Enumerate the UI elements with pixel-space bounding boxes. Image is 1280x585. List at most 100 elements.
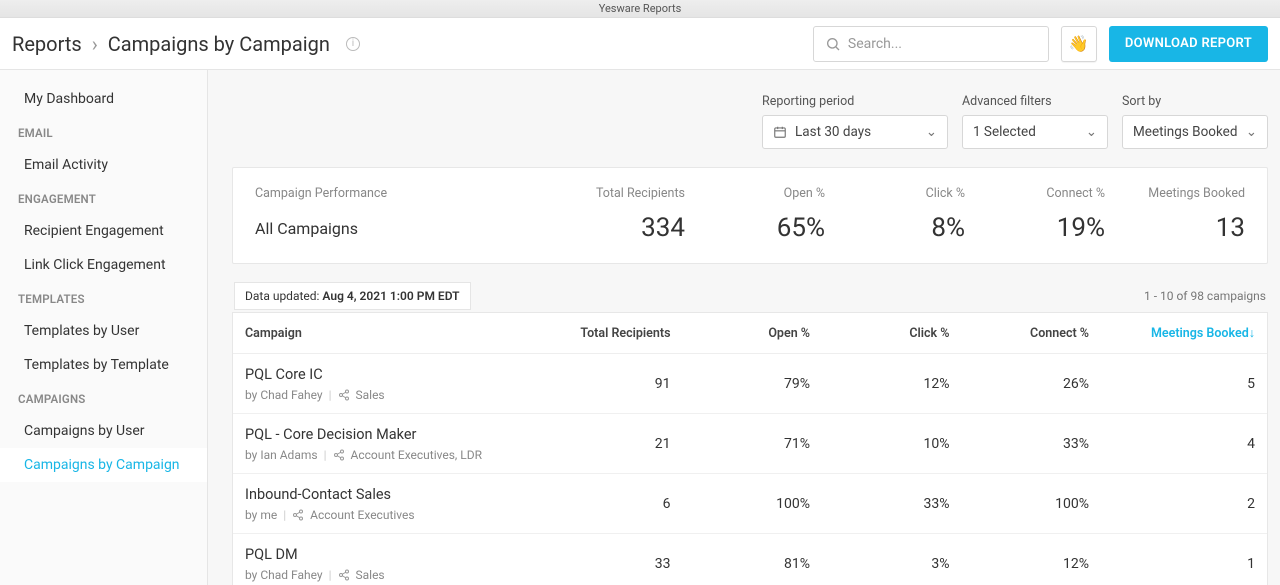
row-campaign-name: Inbound-Contact Sales xyxy=(245,486,537,503)
row-connect: 26% xyxy=(956,376,1096,392)
col-campaign[interactable]: Campaign xyxy=(245,326,537,341)
row-open: 81% xyxy=(677,556,817,572)
row-total-recipients: 91 xyxy=(537,376,677,392)
table-header: Campaign Total Recipients Open % Click %… xyxy=(233,312,1267,354)
col-meetings-booked[interactable]: Meetings Booked↓ xyxy=(1095,326,1255,341)
summary-card: Campaign Performance All Campaigns Total… xyxy=(232,167,1268,264)
share-icon xyxy=(333,449,345,461)
filter-label-sort: Sort by xyxy=(1122,94,1268,109)
chevron-down-icon: ⌄ xyxy=(926,124,937,140)
sidebar-section-email: EMAIL xyxy=(0,116,207,148)
row-connect: 12% xyxy=(956,556,1096,572)
sidebar-item-dashboard[interactable]: My Dashboard xyxy=(0,82,207,116)
table-row[interactable]: Inbound-Contact Sales by me | Account Execu… xyxy=(233,474,1267,534)
summary-connect: 19% xyxy=(965,213,1105,243)
sidebar-item-templates-by-template[interactable]: Templates by Template xyxy=(0,348,207,382)
row-open: 79% xyxy=(677,376,817,392)
row-click: 33% xyxy=(816,496,956,512)
summary-open: 65% xyxy=(685,213,825,243)
summary-meetings: 13 xyxy=(1105,213,1245,243)
row-campaign-name: PQL DM xyxy=(245,546,537,563)
chevron-right-icon: › xyxy=(92,32,98,56)
col-open[interactable]: Open % xyxy=(677,326,817,341)
row-campaign-name: PQL - Core Decision Maker xyxy=(245,426,537,443)
reporting-period-value: Last 30 days xyxy=(795,124,871,140)
sort-by-value: Meetings Booked xyxy=(1133,124,1237,140)
sort-arrow-icon: ↓ xyxy=(1249,326,1255,341)
topbar: Reports › Campaigns by Campaign i 👋 DOWN… xyxy=(0,18,1280,70)
summary-title: All Campaigns xyxy=(255,219,545,238)
sidebar-item-campaigns-by-campaign[interactable]: Campaigns by Campaign xyxy=(0,448,207,482)
data-updated-prefix: Data updated: xyxy=(245,289,322,303)
pagination-count: 1 - 10 of 98 campaigns xyxy=(1144,289,1266,303)
row-team: Account Executives xyxy=(310,508,414,522)
table-row[interactable]: PQL DMby Chad Fahey|Sales3381%3%12%1 xyxy=(233,534,1267,585)
search-wrap xyxy=(813,26,1049,62)
separator: | xyxy=(283,508,286,522)
sidebar-section-campaigns: CAMPAIGNS xyxy=(0,382,207,414)
window-titlebar: Yesware Reports xyxy=(0,0,1280,18)
sidebar-item-recipient-engagement[interactable]: Recipient Engagement xyxy=(0,214,207,248)
main-content: Reporting period Last 30 days ⌄ Advanced… xyxy=(208,70,1280,585)
row-meetings: 1 xyxy=(1095,556,1255,572)
row-campaign-name: PQL Core IC xyxy=(245,366,537,383)
filter-label-advanced: Advanced filters xyxy=(962,94,1108,109)
share-icon xyxy=(338,569,350,581)
breadcrumb-current: Campaigns by Campaign xyxy=(108,32,330,56)
share-icon xyxy=(292,509,304,521)
col-click[interactable]: Click % xyxy=(816,326,956,341)
search-icon xyxy=(825,36,841,52)
row-team: Account Executives, LDR xyxy=(351,448,483,462)
reporting-period-select[interactable]: Last 30 days ⌄ xyxy=(762,115,948,149)
summary-total-recipients: 334 xyxy=(545,213,685,243)
sidebar-item-templates-by-user[interactable]: Templates by User xyxy=(0,314,207,348)
filter-row: Reporting period Last 30 days ⌄ Advanced… xyxy=(232,94,1268,149)
data-updated: Data updated: Aug 4, 2021 1:00 PM EDT xyxy=(234,282,471,310)
summary-label-connect: Connect % xyxy=(965,186,1105,201)
breadcrumb-root[interactable]: Reports xyxy=(12,32,82,56)
table-row[interactable]: PQL - Core Decision Makerby Ian Adams|Ac… xyxy=(233,414,1267,474)
download-report-button[interactable]: DOWNLOAD REPORT xyxy=(1109,26,1268,62)
row-click: 3% xyxy=(816,556,956,572)
row-author: by me xyxy=(245,508,277,522)
sidebar-item-link-click-engagement[interactable]: Link Click Engagement xyxy=(0,248,207,282)
summary-label-meetings: Meetings Booked xyxy=(1105,186,1245,201)
row-connect: 100% xyxy=(956,496,1096,512)
row-meetings: 2 xyxy=(1095,496,1255,512)
sidebar: My Dashboard EMAIL Email Activity ENGAGE… xyxy=(0,70,208,585)
summary-heading: Campaign Performance xyxy=(255,186,545,201)
separator: | xyxy=(329,388,332,402)
info-icon[interactable]: i xyxy=(346,37,360,51)
row-connect: 33% xyxy=(956,436,1096,452)
advanced-filters-select[interactable]: 1 Selected ⌄ xyxy=(962,115,1108,149)
breadcrumb: Reports › Campaigns by Campaign i xyxy=(12,32,360,56)
row-click: 10% xyxy=(816,436,956,452)
row-total-recipients: 21 xyxy=(537,436,677,452)
wave-icon: 👋 xyxy=(1069,34,1089,53)
calendar-icon xyxy=(773,125,787,139)
row-total-recipients: 33 xyxy=(537,556,677,572)
row-meetings: 4 xyxy=(1095,436,1255,452)
data-updated-value: Aug 4, 2021 1:00 PM EDT xyxy=(322,289,459,303)
col-total-recipients[interactable]: Total Recipients xyxy=(537,326,677,341)
campaigns-table: Campaign Total Recipients Open % Click %… xyxy=(232,312,1268,585)
chevron-down-icon: ⌄ xyxy=(1246,124,1257,140)
summary-label-open: Open % xyxy=(685,186,825,201)
summary-label-total-recipients: Total Recipients xyxy=(545,186,685,201)
row-total-recipients: 6 xyxy=(537,496,677,512)
row-author: by Ian Adams xyxy=(245,448,318,462)
summary-label-click: Click % xyxy=(825,186,965,201)
col-connect[interactable]: Connect % xyxy=(956,326,1096,341)
meta-row: Data updated: Aug 4, 2021 1:00 PM EDT 1 … xyxy=(232,282,1268,310)
filter-label-period: Reporting period xyxy=(762,94,948,109)
search-input[interactable] xyxy=(813,26,1049,62)
separator: | xyxy=(329,568,332,582)
sidebar-item-campaigns-by-user[interactable]: Campaigns by User xyxy=(0,414,207,448)
sidebar-item-email-activity[interactable]: Email Activity xyxy=(0,148,207,182)
table-row[interactable]: PQL Core ICby Chad Fahey|Sales9179%12%26… xyxy=(233,354,1267,414)
sort-by-select[interactable]: Meetings Booked ⌄ xyxy=(1122,115,1268,149)
row-click: 12% xyxy=(816,376,956,392)
wave-button[interactable]: 👋 xyxy=(1061,26,1097,62)
row-team: Sales xyxy=(356,388,385,402)
row-open: 100% xyxy=(677,496,817,512)
